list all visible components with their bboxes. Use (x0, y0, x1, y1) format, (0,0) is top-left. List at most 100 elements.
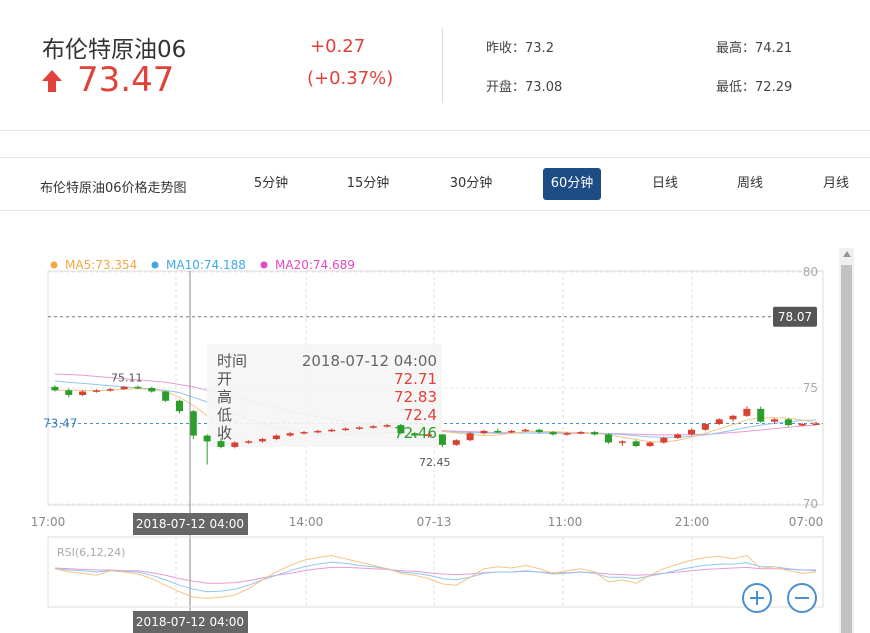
tab-30min[interactable]: 30分钟 (440, 168, 502, 200)
tooltip-open-value: 72.71 (394, 370, 437, 388)
candle (369, 426, 377, 428)
candle (65, 390, 73, 395)
tab-5min[interactable]: 5分钟 (240, 168, 302, 200)
candle (729, 415, 737, 420)
x-tick-label: 11:00 (548, 515, 583, 529)
candle (757, 408, 765, 422)
tooltip-low-value: 72.4 (404, 406, 437, 424)
candle (134, 386, 142, 389)
min-label: 72.45 (419, 456, 451, 469)
legend-dot (151, 261, 159, 269)
scroll-up-icon[interactable] (843, 251, 851, 257)
scrollbar-thumb[interactable] (841, 265, 852, 633)
x-tick-label: 07:00 (789, 515, 824, 529)
candle (743, 408, 751, 416)
x-tick-label: 14:00 (289, 515, 324, 529)
candle (577, 432, 585, 434)
x-tick-label: 07-13 (417, 515, 452, 529)
divider (0, 210, 870, 211)
header-divider (442, 28, 443, 102)
candle (162, 391, 170, 401)
candle (272, 435, 280, 440)
candle (688, 429, 696, 435)
candle (618, 441, 626, 443)
candle (106, 389, 114, 391)
tab-60min[interactable]: 60分钟 (543, 168, 601, 200)
candle (604, 434, 612, 443)
candle (494, 430, 502, 433)
prev-close-stat: 昨收：73.2 (486, 37, 554, 56)
candle (674, 434, 682, 438)
high-stat: 最高：74.21 (716, 37, 792, 56)
candle (771, 419, 779, 422)
candle (508, 430, 516, 433)
candle (231, 442, 239, 447)
candle (549, 432, 557, 435)
candle (798, 423, 806, 426)
candle (328, 429, 336, 432)
candle (92, 390, 100, 392)
low-stat: 最低：72.29 (716, 76, 792, 95)
legend-dot (260, 261, 268, 269)
tab-daily[interactable]: 日线 (635, 168, 695, 200)
legend-dot (50, 261, 58, 269)
candle (300, 432, 308, 434)
x-tick-label: 17:00 (31, 515, 66, 529)
price-change-percent: (+0.37%) (307, 68, 394, 89)
candle (425, 434, 433, 436)
candle (466, 433, 474, 441)
candle (120, 386, 128, 390)
tooltip-high-value: 72.83 (394, 388, 437, 406)
ref-line-label: 78.07 (778, 310, 812, 324)
prev-close-label: 昨收： (486, 41, 526, 56)
kline-chart[interactable]: 80 75 70 78.07 73.47 时间 2018-07-12 04:00 开 72.71… (0, 240, 838, 633)
candle (314, 430, 322, 433)
candle (438, 434, 446, 445)
low-label: 最低： (716, 80, 756, 95)
candle (701, 423, 709, 430)
candle (245, 441, 253, 443)
last-price-label: 73.47 (43, 416, 77, 430)
candle (397, 425, 405, 434)
chart-title: 布伦特原油06价格走势图 (40, 181, 187, 196)
candle (175, 400, 183, 412)
open-value: 73.08 (525, 80, 563, 95)
tooltip-close-label: 收 (217, 424, 232, 442)
legend-label: MA20:74.689 (275, 258, 355, 272)
tooltip-open-label: 开 (217, 370, 232, 388)
candle (79, 391, 87, 395)
candle (812, 423, 820, 425)
zoom-out-icon[interactable] (787, 583, 817, 613)
candle (217, 441, 225, 447)
candle (715, 419, 723, 424)
low-value: 72.29 (755, 80, 793, 95)
candle (452, 440, 460, 445)
open-stat: 开盘：73.08 (486, 76, 562, 95)
legend-label: MA5:73.354 (65, 258, 137, 272)
zoom-in-icon[interactable] (742, 583, 772, 613)
candle (51, 386, 59, 391)
up-arrow-icon (42, 70, 62, 92)
candle (355, 427, 363, 429)
rsi-label: RSI(6,12,24) (57, 546, 125, 559)
x-tick-label: 21:00 (675, 515, 710, 529)
divider (0, 130, 870, 131)
prev-close-value: 73.2 (525, 41, 554, 56)
price-change: +0.27 (310, 36, 366, 57)
tab-monthly[interactable]: 月线 (806, 168, 866, 200)
tab-15min[interactable]: 15分钟 (337, 168, 399, 200)
candle (632, 441, 640, 446)
candle (646, 442, 654, 446)
candle (411, 433, 419, 436)
legend-label: MA10:74.188 (166, 258, 246, 272)
candle (591, 432, 599, 435)
candle (148, 388, 156, 392)
candle (342, 428, 350, 431)
tab-weekly[interactable]: 周线 (720, 168, 780, 200)
rsi-frame (47, 536, 824, 608)
max-label: 75.11 (111, 371, 143, 384)
high-label: 最高： (716, 41, 756, 56)
candle (521, 429, 529, 432)
candle (784, 419, 792, 426)
high-value: 74.21 (755, 41, 793, 56)
